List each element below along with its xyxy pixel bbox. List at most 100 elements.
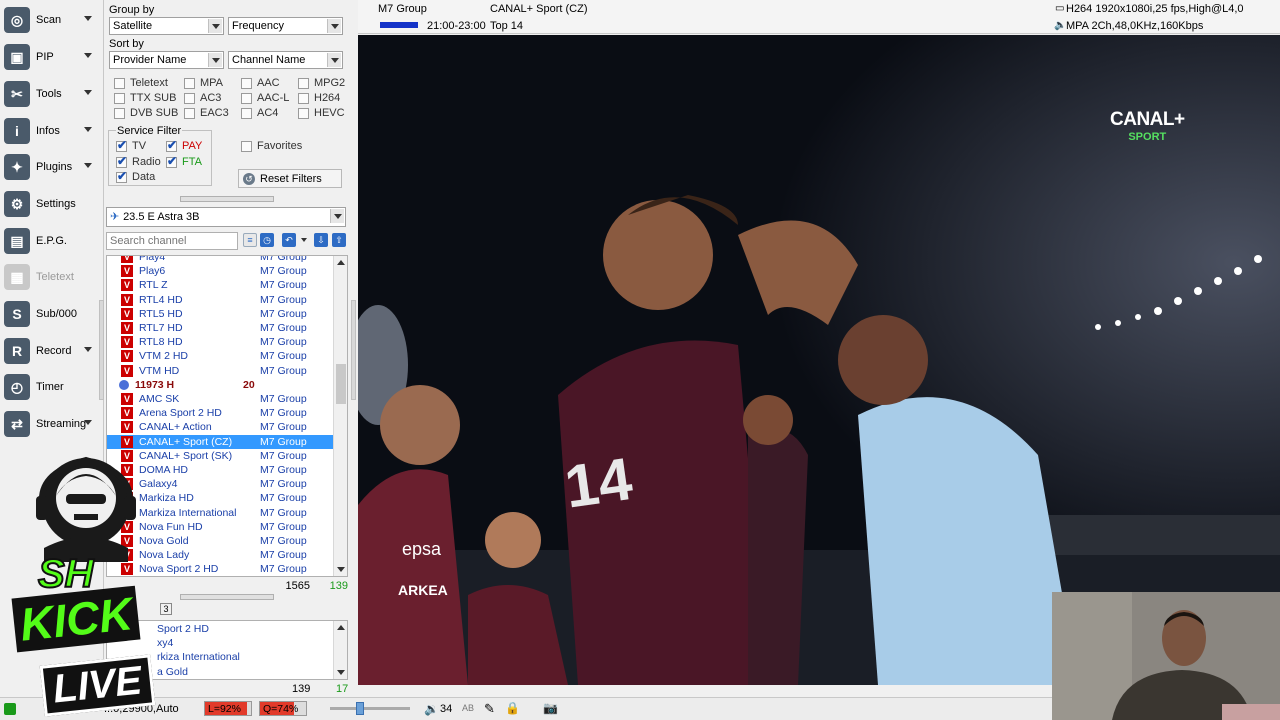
filter-checkbox-ac3[interactable]: AC3 xyxy=(184,92,221,104)
channel-row[interactable]: V AMC SK M7 Group xyxy=(107,392,333,406)
audio-info: MPA 2Ch,48,0KHz,160Kbps xyxy=(1066,20,1204,32)
toolbar-item-pip[interactable]: ▣ PIP xyxy=(4,41,100,73)
toolbar-item-plugins[interactable]: ✦ Plugins xyxy=(4,151,100,183)
lock-icon[interactable]: 🔒 xyxy=(505,701,520,715)
volume-icon[interactable]: 🔉 xyxy=(424,702,439,716)
pay-checkbox[interactable]: PAY xyxy=(166,138,202,152)
toolbar-item-sub-000[interactable]: S Sub/000 xyxy=(4,298,100,330)
panel-splitter-handle[interactable] xyxy=(180,196,274,202)
fta-checkbox[interactable]: FTA xyxy=(166,154,202,168)
channel-name: rkiza International xyxy=(157,651,240,664)
filter-checkbox-h264[interactable]: H264 xyxy=(298,92,340,104)
channel-row[interactable]: V VTM 2 HD M7 Group xyxy=(107,349,333,363)
channel-provider: M7 Group xyxy=(260,506,307,519)
search-input[interactable] xyxy=(106,232,238,250)
sort-by-select-1[interactable]: Provider Name xyxy=(109,51,224,69)
channel-row[interactable]: V Arena Sport 2 HD M7 Group xyxy=(107,406,333,420)
teletext-icon: ▦ xyxy=(4,264,30,290)
channel-row[interactable]: V RTL Z M7 Group xyxy=(107,278,333,292)
chevron-down-icon[interactable] xyxy=(84,127,92,132)
toolbar-item-label: PIP xyxy=(36,51,54,63)
channel-row[interactable]: V RTL4 HD M7 Group xyxy=(107,293,333,307)
filter-checkbox-mpa[interactable]: MPA xyxy=(184,77,223,89)
filter-checkbox-mpg2[interactable]: MPG2 xyxy=(298,77,345,89)
channel-row[interactable]: V CANAL+ Sport (CZ) M7 Group xyxy=(107,434,333,449)
sort-up-icon[interactable]: ⇧ xyxy=(332,233,346,247)
channel-row[interactable]: V Play4 M7 Group xyxy=(107,256,333,264)
channel-list-scrollbar[interactable] xyxy=(333,256,347,576)
refresh-icon[interactable]: ◷ xyxy=(260,233,274,247)
secondary-list-scrollbar[interactable] xyxy=(333,621,347,679)
filter-checkbox-aac-l[interactable]: AAC-L xyxy=(241,92,289,104)
reset-filters-label: Reset Filters xyxy=(260,172,322,185)
scroll-up-icon[interactable] xyxy=(337,625,345,630)
filter-checkbox-teletext[interactable]: Teletext xyxy=(114,77,168,89)
chevron-down-icon[interactable] xyxy=(301,238,307,242)
group-by-select-2[interactable]: Frequency xyxy=(228,17,343,35)
sort-by-select-2[interactable]: Channel Name xyxy=(228,51,343,69)
toolbar-item-infos[interactable]: i Infos xyxy=(4,115,100,147)
list-splitter-handle[interactable] xyxy=(180,594,274,600)
toolbar-item-teletext[interactable]: ▦ Teletext xyxy=(4,261,100,293)
toolbar-item-record[interactable]: R Record xyxy=(4,335,100,367)
video-info: H264 1920x1080i,25 fps,High@L4,0 xyxy=(1066,3,1244,15)
tv-channel-icon: V xyxy=(121,336,133,349)
reset-filters-button[interactable]: ↺ Reset Filters xyxy=(238,169,342,188)
toolbar-item-e-p-g[interactable]: ▤ E.P.G. xyxy=(4,225,100,257)
filter-checkbox-dvb-sub[interactable]: DVB SUB xyxy=(114,107,178,119)
scroll-up-icon[interactable] xyxy=(337,260,345,265)
tv-channel-icon: V xyxy=(121,393,133,405)
channel-row[interactable]: V RTL7 HD M7 Group xyxy=(107,321,333,335)
pen-icon[interactable]: ✎ xyxy=(484,701,495,717)
pip-icon: ▣ xyxy=(4,44,30,70)
jersey-number: 14 xyxy=(561,445,637,521)
channel-row[interactable]: V RTL5 HD M7 Group xyxy=(107,307,333,321)
left-splitter[interactable] xyxy=(99,300,104,400)
scroll-down-icon[interactable] xyxy=(337,670,345,675)
channel-row[interactable]: V CANAL+ Action M7 Group xyxy=(107,420,333,434)
filter-checkbox-aac[interactable]: AAC xyxy=(241,77,280,89)
sort-down-icon[interactable]: ⇩ xyxy=(314,233,328,247)
video-player[interactable]: 14 epsa ARKEA CANAL+ SPORT xyxy=(358,35,1280,685)
volume-slider[interactable] xyxy=(330,702,410,715)
ab-icon[interactable]: AB xyxy=(462,703,474,713)
right-splitter[interactable] xyxy=(351,300,356,400)
radio-checkbox[interactable]: Radio xyxy=(116,154,161,168)
logo-text-live: LIVE xyxy=(39,654,156,717)
chevron-down-icon[interactable] xyxy=(84,90,92,95)
group-by-select-1[interactable]: Satellite xyxy=(109,17,224,35)
filter-checkbox-hevc[interactable]: HEVC xyxy=(298,107,345,119)
data-checkbox[interactable]: Data xyxy=(116,169,155,183)
toolbar-item-settings[interactable]: ⚙ Settings xyxy=(4,188,100,220)
chevron-down-icon[interactable] xyxy=(84,163,92,168)
filter-checkbox-label: AAC-L xyxy=(257,92,290,104)
scrollbar-thumb[interactable] xyxy=(336,364,346,404)
camera-icon[interactable]: 📷 xyxy=(543,701,558,715)
toolbar-item-streaming[interactable]: ⇄ Streaming xyxy=(4,408,100,440)
volume-slider-thumb[interactable] xyxy=(356,702,364,715)
scroll-down-icon[interactable] xyxy=(337,567,345,572)
filter-checkbox-ac4[interactable]: AC4 xyxy=(241,107,278,119)
transponder-group-row[interactable]: 11973 H 20 xyxy=(107,378,333,392)
chevron-down-icon[interactable] xyxy=(84,420,92,425)
channel-row[interactable]: V RTL8 HD M7 Group xyxy=(107,335,333,349)
tv-channel-icon: V xyxy=(121,279,133,292)
toolbar-item-timer[interactable]: ◴ Timer xyxy=(4,371,100,403)
chevron-down-icon[interactable] xyxy=(84,53,92,58)
tv-label: TV xyxy=(132,140,147,152)
chevron-down-icon[interactable] xyxy=(84,16,92,21)
toolbar-item-tools[interactable]: ✂ Tools xyxy=(4,78,100,110)
toolbar-item-scan[interactable]: ◎ Scan xyxy=(4,4,100,36)
list-view-icon[interactable]: ≡ xyxy=(243,233,257,247)
channel-row[interactable]: V VTM HD M7 Group xyxy=(107,364,333,378)
filter-checkbox-ttx-sub[interactable]: TTX SUB xyxy=(114,92,176,104)
channel-row[interactable]: V Play6 M7 Group xyxy=(107,264,333,278)
chevron-down-icon xyxy=(330,209,344,223)
chevron-down-icon[interactable] xyxy=(84,347,92,352)
tv-checkbox[interactable]: TV xyxy=(116,138,147,152)
chevron-down-icon xyxy=(327,19,341,33)
favorites-checkbox[interactable]: Favorites xyxy=(241,140,302,152)
satellite-select[interactable]: ✈ 23.5 E Astra 3B xyxy=(106,207,346,227)
undo-icon[interactable]: ↶ xyxy=(282,233,296,247)
filter-checkbox-eac3[interactable]: EAC3 xyxy=(184,107,229,119)
